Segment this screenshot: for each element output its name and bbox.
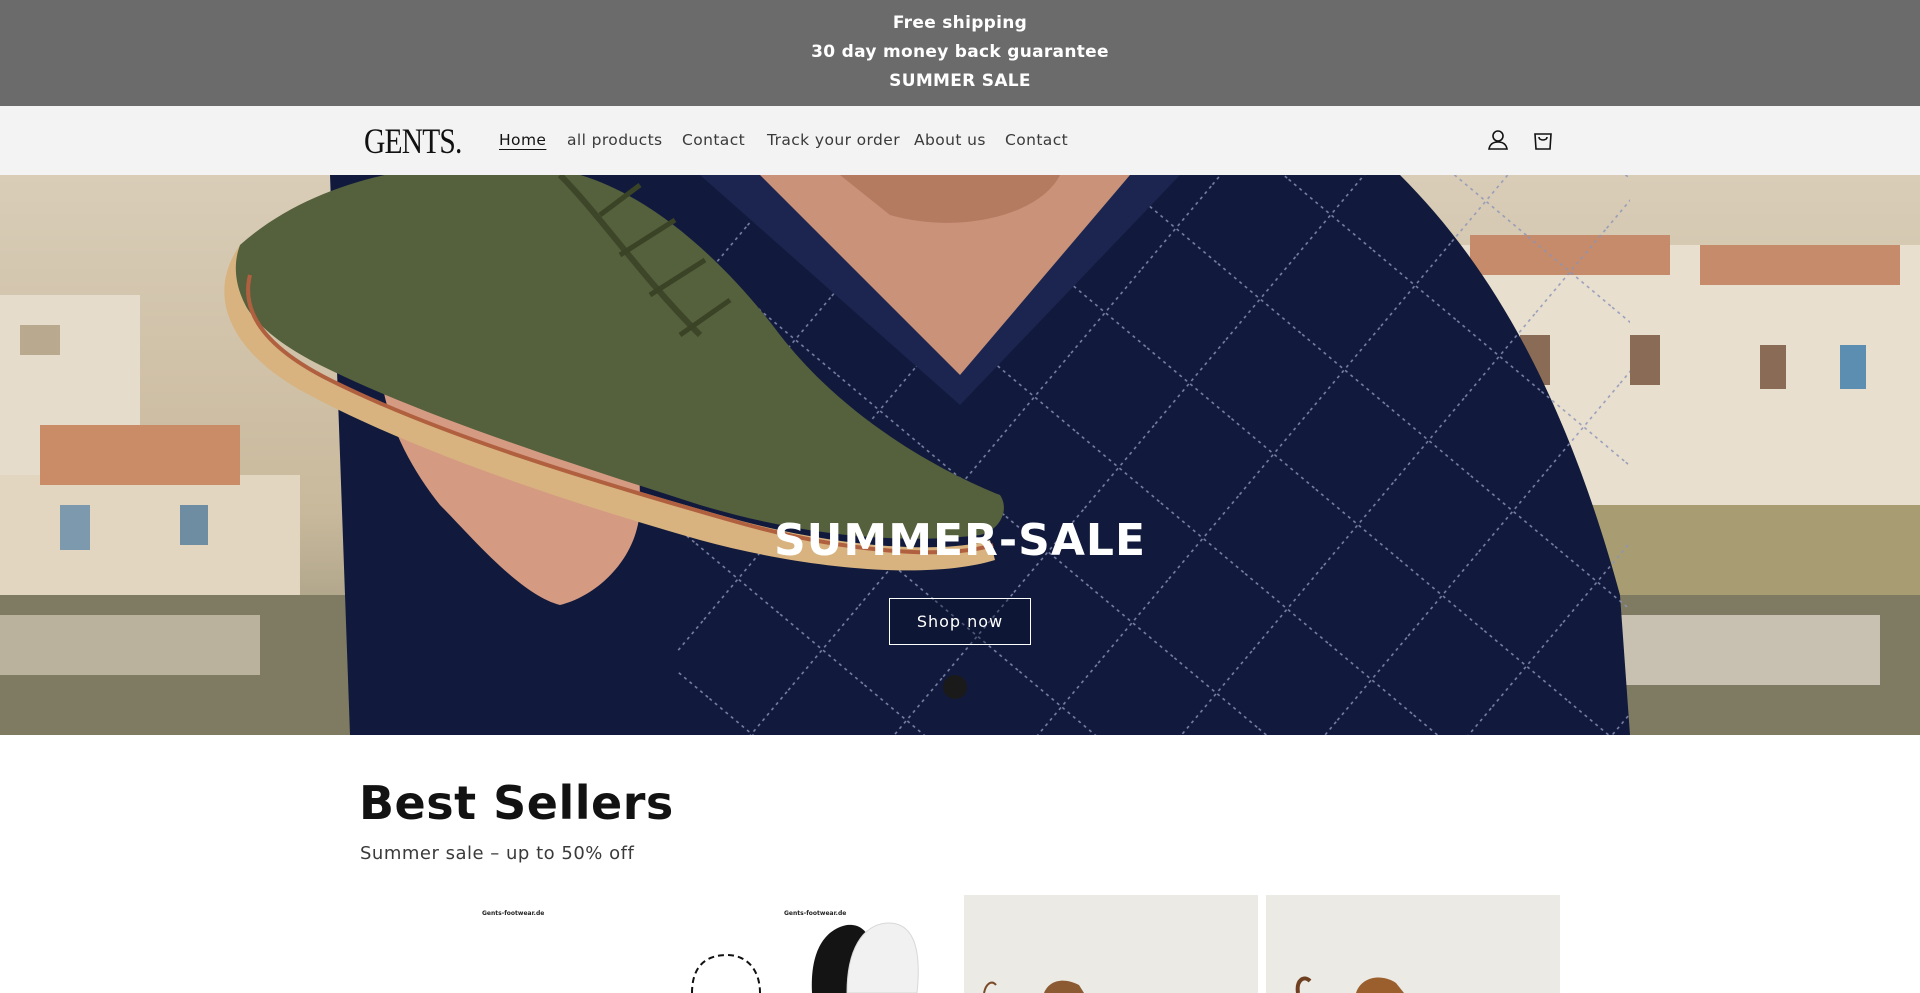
- hero-image: [0, 175, 1920, 735]
- brand-logo[interactable]: GENTS.: [364, 120, 462, 162]
- insole-image: [691, 922, 919, 993]
- product-card[interactable]: [964, 895, 1258, 993]
- cart-icon[interactable]: [1529, 126, 1557, 154]
- product-card[interactable]: Gents-footwear.de: [662, 895, 956, 993]
- nav-all-products[interactable]: all products: [567, 131, 663, 149]
- announcement-summer-sale: SUMMER SALE: [889, 71, 1031, 91]
- hero-title: SUMMER-SALE: [773, 515, 1147, 566]
- best-sellers-subtitle: Summer sale – up to 50% off: [360, 843, 635, 864]
- account-icon[interactable]: [1484, 126, 1512, 154]
- product-card[interactable]: [1266, 895, 1560, 993]
- product-card[interactable]: Gents-footwear.de: [360, 895, 654, 993]
- best-sellers-title: Best Sellers: [359, 776, 674, 830]
- nav-contact-2[interactable]: Contact: [1005, 131, 1068, 149]
- nav-contact[interactable]: Contact: [682, 131, 745, 149]
- announcement-free-shipping: Free shipping: [892, 13, 1028, 33]
- hero-banner: SUMMER-SALE Shop now: [0, 175, 1920, 735]
- shoe-product-image: [1295, 976, 1404, 993]
- nav-track-order[interactable]: Track your order: [767, 131, 900, 149]
- announcement-bar: Free shipping 30 day money back guarante…: [0, 0, 1920, 106]
- announcement-guarantee: 30 day money back guarantee: [811, 42, 1109, 62]
- shoe-product-image: [983, 980, 1084, 993]
- nav-home[interactable]: Home: [499, 131, 546, 149]
- shop-now-button[interactable]: Shop now: [889, 598, 1031, 645]
- nav-about-us[interactable]: About us: [914, 131, 986, 149]
- site-header: GENTS. Home all products Contact Track y…: [0, 106, 1920, 175]
- product-brand-text: Gents-footwear.de: [482, 910, 545, 917]
